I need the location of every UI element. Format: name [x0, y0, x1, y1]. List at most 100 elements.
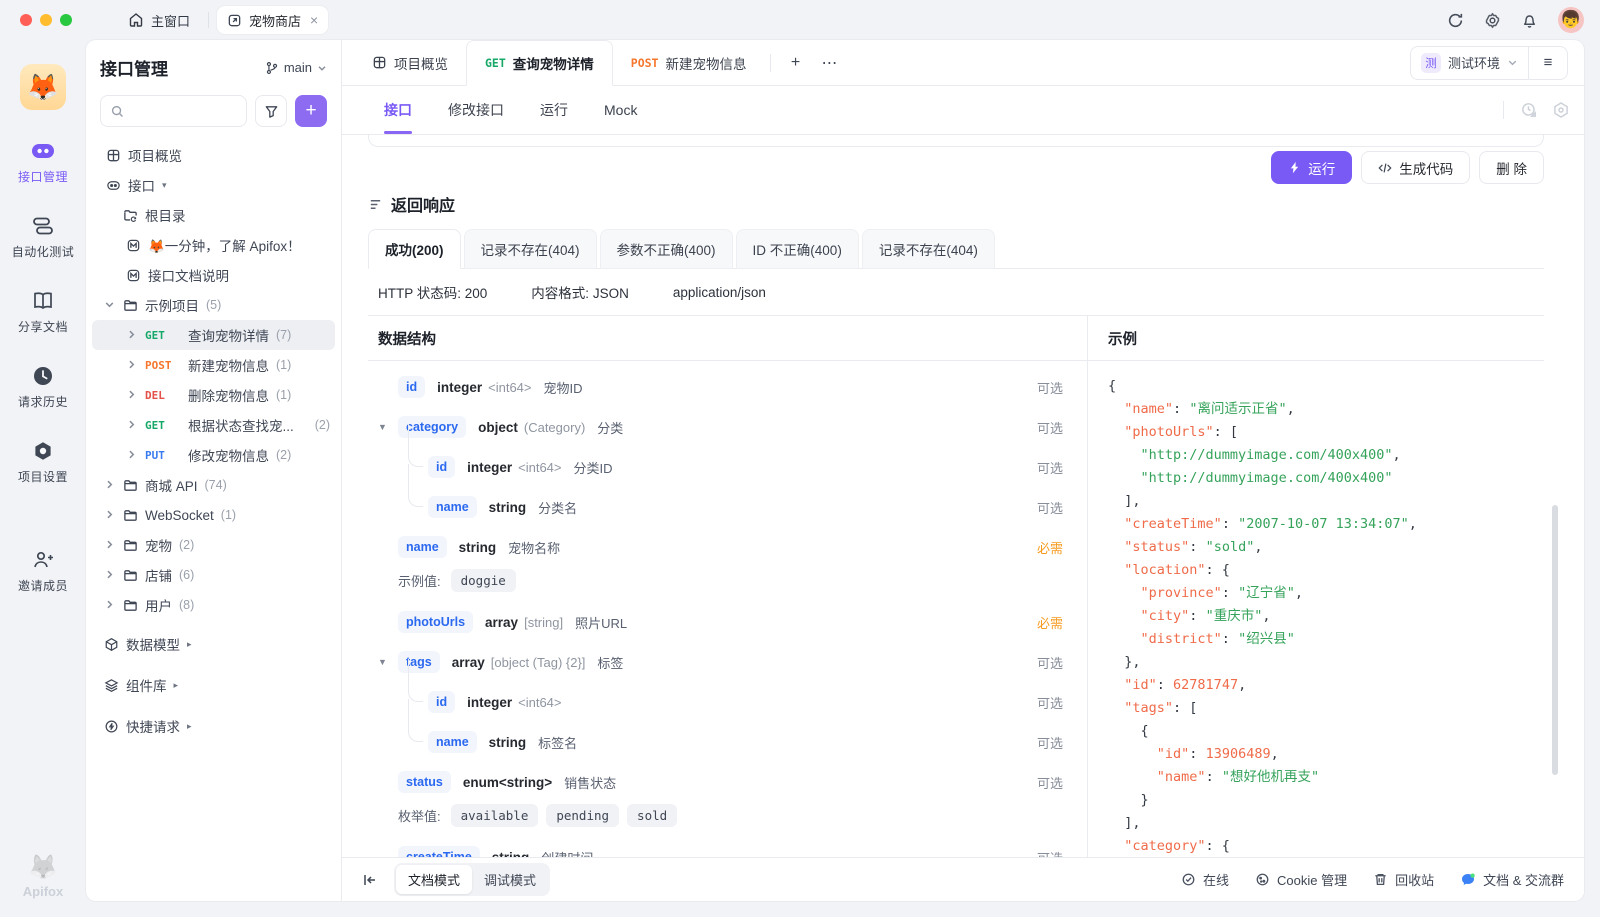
field-type: string: [459, 540, 497, 555]
notifications-bell-icon[interactable]: [1521, 12, 1538, 29]
tree-endpoint[interactable]: PUT修改宠物信息(2): [92, 440, 335, 470]
run-button[interactable]: 运行: [1271, 151, 1352, 184]
subtab-修改接口[interactable]: 修改接口: [448, 86, 504, 134]
debug-mode-button[interactable]: 调试模式: [472, 865, 548, 894]
tree-section-组件库[interactable]: 组件库▸: [92, 668, 335, 702]
check-circle-icon: [1181, 872, 1196, 887]
response-tab[interactable]: 参数不正确(400): [600, 229, 733, 269]
subtab-Mock[interactable]: Mock: [604, 86, 637, 134]
environment-selector[interactable]: 测 测试环境 ≡: [1410, 46, 1568, 80]
doc-tab[interactable]: POST新建宠物信息: [613, 40, 765, 85]
field-required-flag: 必需: [1037, 538, 1063, 557]
field-required-flag: 可选: [1037, 378, 1063, 397]
rail-item-request-history[interactable]: 请求历史: [12, 365, 75, 410]
recycle-bin[interactable]: 回收站: [1373, 870, 1434, 889]
doc-mode-button[interactable]: 文档模式: [396, 865, 472, 894]
chevron-right-icon[interactable]: [126, 328, 138, 343]
user-avatar[interactable]: 👦: [1558, 7, 1584, 33]
collapse-sidebar-icon[interactable]: [362, 872, 378, 888]
scrollbar-thumb[interactable]: [1552, 505, 1558, 775]
schema-row[interactable]: id integer <int64> 分类ID 可选: [368, 447, 1087, 487]
delete-button[interactable]: 删 除: [1479, 151, 1544, 184]
response-tab[interactable]: 记录不存在(404): [464, 229, 597, 269]
filter-button[interactable]: [255, 95, 287, 127]
close-tab-icon[interactable]: ×: [310, 12, 318, 28]
tree-folder[interactable]: 根目录: [92, 200, 335, 230]
environment-menu-icon[interactable]: ≡: [1529, 46, 1567, 80]
schema-row[interactable]: createTime string 创建时间 可选: [368, 837, 1087, 857]
rail-item-invite-members[interactable]: 邀请成员: [12, 549, 75, 594]
settings-gear-icon[interactable]: [1484, 12, 1501, 29]
cookie-manager[interactable]: Cookie 管理: [1255, 870, 1347, 889]
search-input[interactable]: [100, 95, 247, 127]
schema-row[interactable]: name string 标签名 可选: [368, 722, 1087, 762]
close-window-button[interactable]: [20, 14, 32, 26]
response-tab[interactable]: 记录不存在(404): [862, 229, 995, 269]
tree-section-数据模型[interactable]: 数据模型▸: [92, 627, 335, 661]
field-type-extra: [string]: [524, 615, 563, 630]
tree-doc[interactable]: 🦊一分钟，了解 Apifox！: [92, 230, 335, 260]
value-chip: sold: [627, 804, 677, 827]
chevron-right-icon[interactable]: [104, 508, 116, 523]
response-tab[interactable]: 成功(200): [368, 229, 461, 269]
chevron-right-icon[interactable]: [126, 388, 138, 403]
tree-folder[interactable]: 店铺(6): [92, 560, 335, 590]
caret-down-icon[interactable]: ▼: [378, 657, 387, 667]
chevron-right-icon[interactable]: [104, 598, 116, 613]
rail-item-auto-testing[interactable]: 自动化测试: [12, 215, 75, 260]
rail-item-api-management[interactable]: 接口管理: [12, 140, 75, 185]
schema-row[interactable]: name string 分类名 可选: [368, 487, 1087, 527]
response-tab[interactable]: ID 不正确(400): [736, 229, 859, 269]
tab-more-button[interactable]: ⋯: [815, 49, 843, 77]
refresh-icon[interactable]: [1447, 12, 1464, 29]
chevron-right-icon[interactable]: [104, 568, 116, 583]
tree-header-接口[interactable]: 接口▾: [92, 170, 335, 200]
schema-row[interactable]: name string 宠物名称 必需: [368, 527, 1087, 567]
chevron-down-icon[interactable]: [104, 298, 116, 313]
add-api-button[interactable]: +: [295, 95, 327, 127]
subtab-接口[interactable]: 接口: [384, 86, 412, 134]
chevron-right-icon[interactable]: [126, 358, 138, 373]
doc-tab[interactable]: 项目概览: [354, 40, 466, 85]
branch-selector[interactable]: main: [265, 60, 327, 75]
docs-community[interactable]: 文档 & 交流群: [1460, 870, 1564, 889]
chevron-right-icon[interactable]: [104, 538, 116, 553]
home-tab[interactable]: 主窗口: [118, 6, 200, 35]
schema-row[interactable]: ▼ tags array [object (Tag) {2}] 标签 可选: [368, 642, 1087, 682]
tree-section-快捷请求[interactable]: 快捷请求▸: [92, 709, 335, 743]
tree-folder[interactable]: 用户(8): [92, 590, 335, 620]
tree-endpoint[interactable]: GET根据状态查找宠...(2): [92, 410, 335, 440]
doc-tab[interactable]: GET查询宠物详情: [466, 40, 613, 86]
generate-code-button[interactable]: 生成代码: [1361, 151, 1470, 184]
schema-row[interactable]: id integer <int64> 可选: [368, 682, 1087, 722]
rail-item-share-docs[interactable]: 分享文档: [12, 290, 75, 335]
rail-item-project-settings[interactable]: 项目设置: [12, 440, 75, 485]
schema-row[interactable]: ▼ category object (Category) 分类 可选: [368, 407, 1087, 447]
chevron-right-icon[interactable]: [126, 448, 138, 463]
tree-endpoint[interactable]: DEL删除宠物信息(1): [92, 380, 335, 410]
tree-doc[interactable]: 接口文档说明: [92, 260, 335, 290]
schema-row[interactable]: id integer <int64> 宠物ID 可选: [368, 367, 1087, 407]
chevron-right-icon[interactable]: [126, 418, 138, 433]
minimize-window-button[interactable]: [40, 14, 52, 26]
subtab-运行[interactable]: 运行: [540, 86, 568, 134]
caret-down-icon[interactable]: ▼: [378, 422, 387, 432]
tree-endpoint[interactable]: POST新建宠物信息(1): [92, 350, 335, 380]
apifox-logo[interactable]: 🦊: [20, 64, 66, 110]
tree-folder[interactable]: WebSocket(1): [92, 500, 335, 530]
schema-row[interactable]: photoUrls array [string] 照片URL 必需: [368, 602, 1087, 642]
caret-down-icon: ▾: [162, 180, 167, 191]
tree-folder[interactable]: 宠物(2): [92, 530, 335, 560]
new-tab-button[interactable]: +: [781, 49, 809, 77]
endpoint-settings-icon[interactable]: [1552, 101, 1570, 119]
online-status[interactable]: 在线: [1181, 870, 1229, 889]
chevron-right-icon[interactable]: [104, 478, 116, 493]
tree-folder[interactable]: 示例项目(5): [92, 290, 335, 320]
tree-folder[interactable]: 商城 API(74): [92, 470, 335, 500]
schema-row[interactable]: status enum<string> 销售状态 可选: [368, 762, 1087, 802]
tree-header-项目概览[interactable]: 项目概览: [92, 140, 335, 170]
maximize-window-button[interactable]: [60, 14, 72, 26]
tree-endpoint[interactable]: GET查询宠物详情(7): [92, 320, 335, 350]
project-tab[interactable]: 宠物商店 ×: [217, 6, 328, 34]
history-clock-icon[interactable]: [1520, 101, 1538, 119]
